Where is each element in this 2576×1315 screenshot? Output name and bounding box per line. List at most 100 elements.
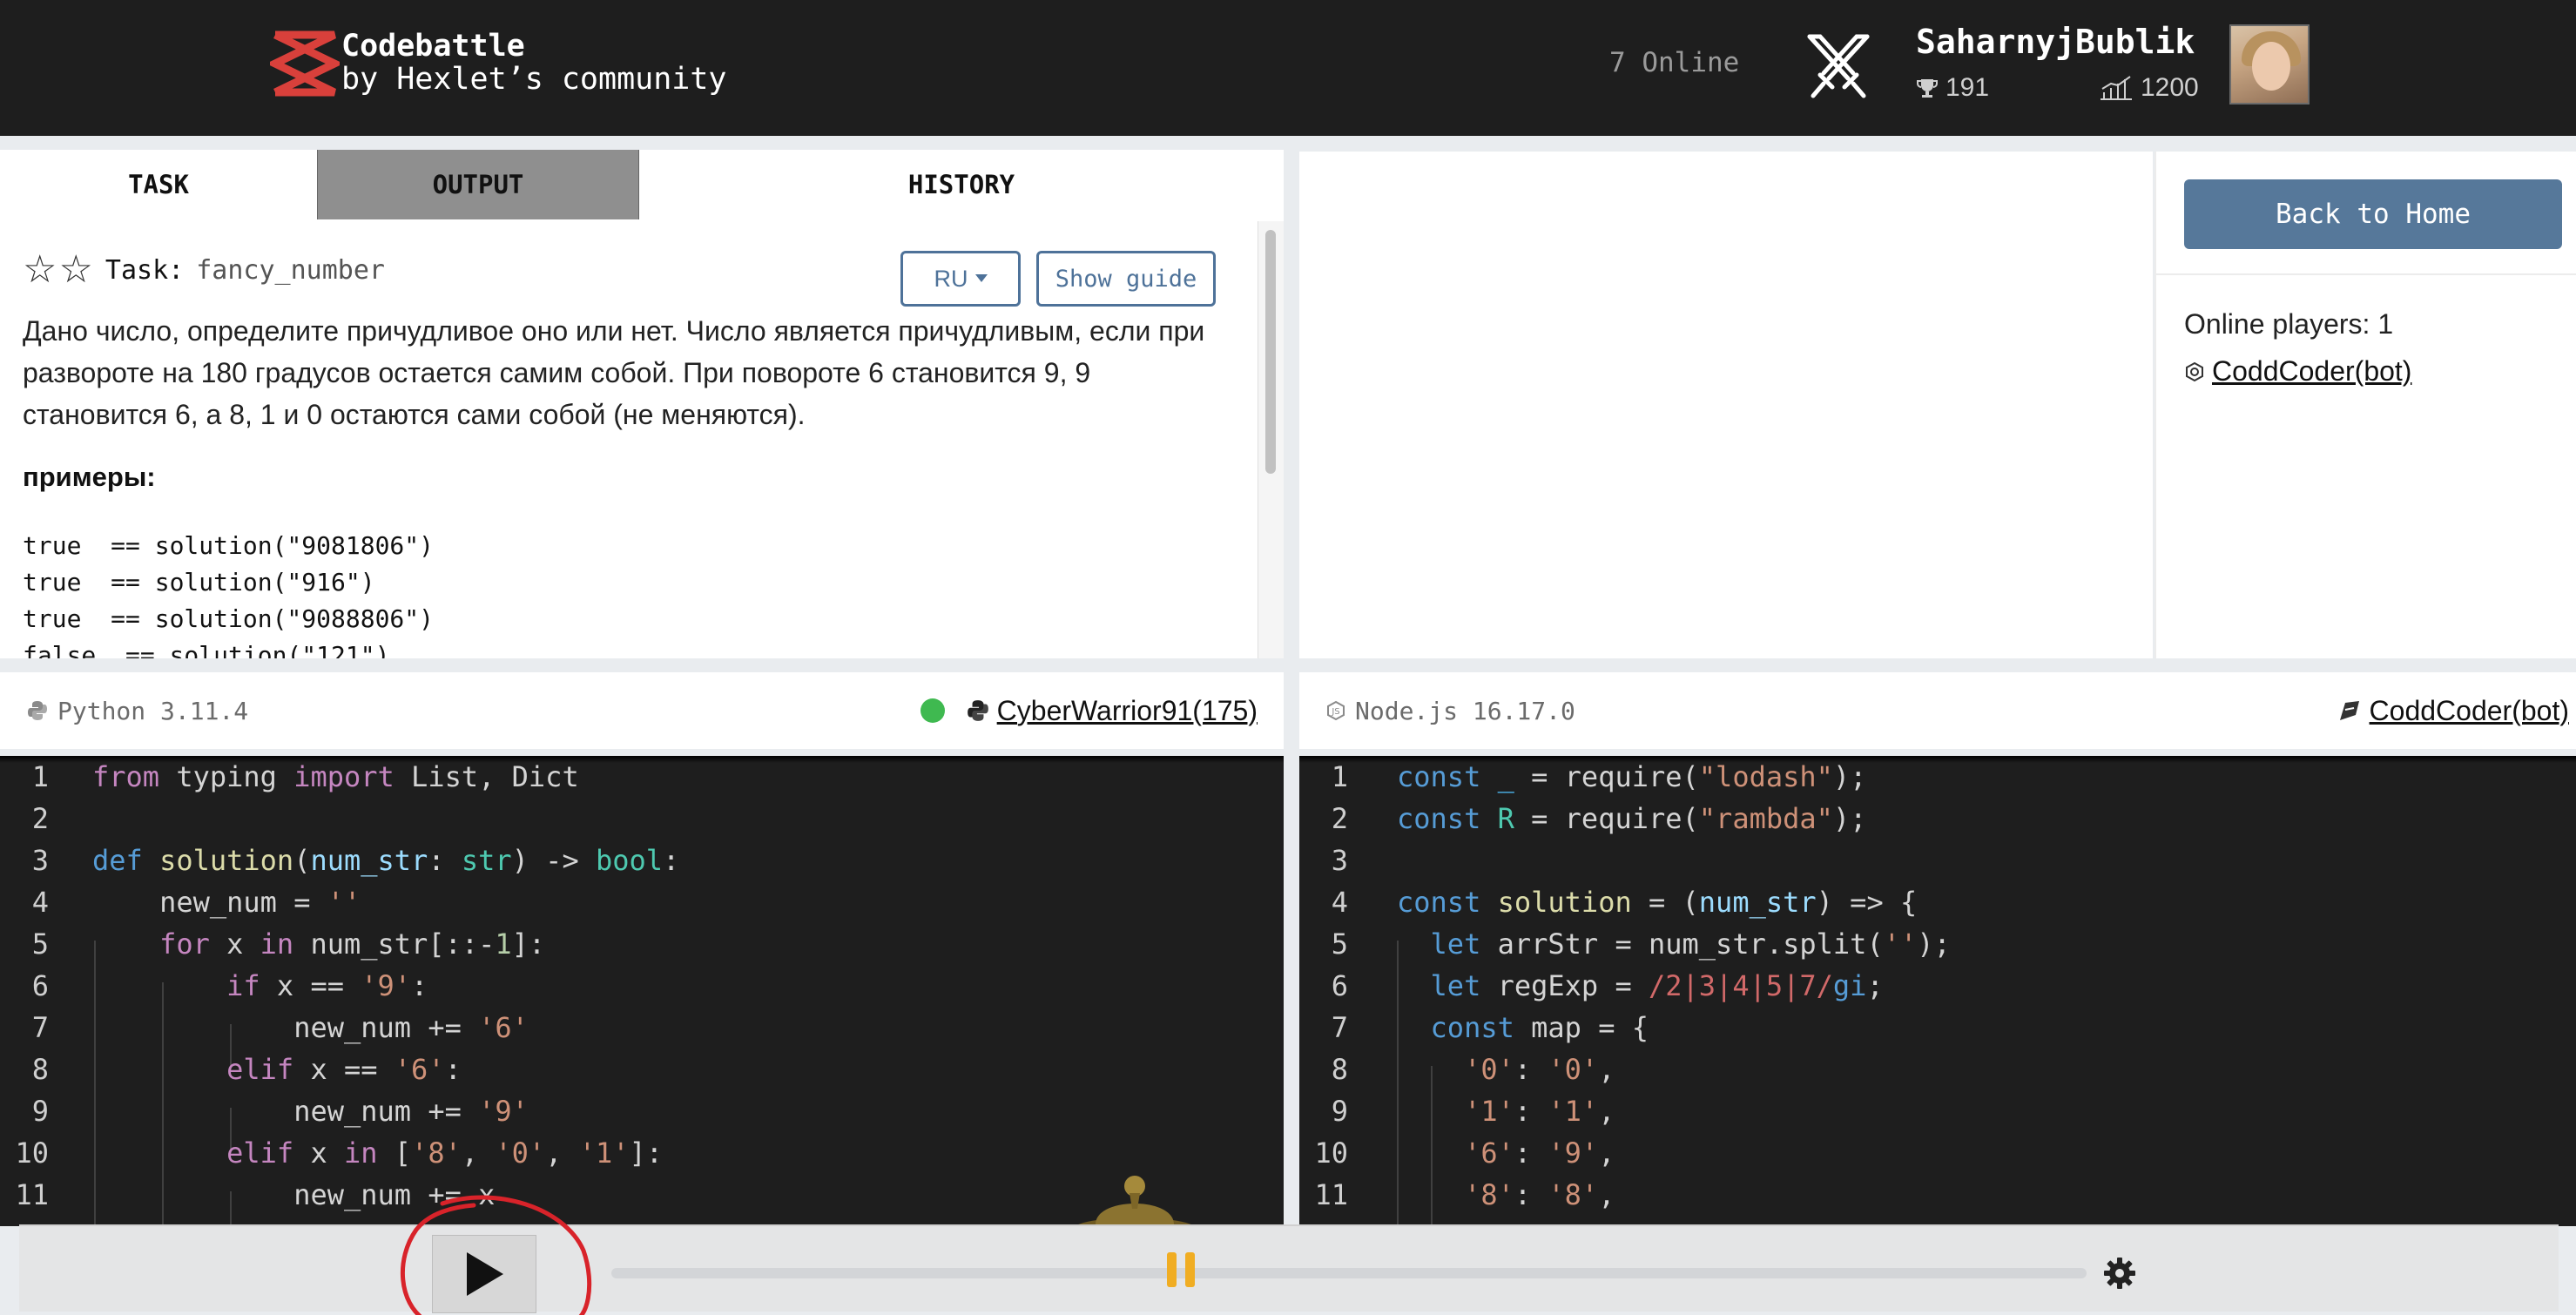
line-number: 7 (31, 1011, 49, 1044)
codebattle-logo-icon[interactable] (270, 28, 340, 99)
code-line: 7 new_num += '6' (0, 1007, 1284, 1049)
trophy-icon (1917, 79, 1938, 98)
line-number: 9 (31, 1095, 49, 1128)
nodejs-icon: JS (1327, 700, 1345, 721)
back-to-home-button[interactable]: Back to Home (2184, 179, 2562, 249)
line-number: 8 (31, 1053, 49, 1086)
code-text: const map = { (1430, 1011, 1649, 1044)
right-editor-player[interactable]: CoddCoder(bot) (2337, 695, 2569, 727)
python-icon (28, 701, 47, 720)
line-number: 7 (1331, 1011, 1348, 1044)
examples-block: true == solution("9081806") true == solut… (23, 528, 434, 658)
gear-icon[interactable] (2102, 1256, 2137, 1291)
line-number: 11 (15, 1178, 49, 1211)
code-text: const _ = require("lodash"); (1397, 760, 1867, 793)
code-line: 9 new_num += '9' (0, 1090, 1284, 1132)
python-icon (967, 700, 988, 721)
right-sidebar: Back to Home Online players: 1 CoddCoder… (2155, 152, 2576, 658)
rating-value: 1200 (2141, 73, 2199, 102)
code-line: 11 '8': '8', (1299, 1174, 2576, 1216)
code-text: new_num = '' (92, 886, 361, 919)
line-number: 4 (1331, 886, 1348, 919)
task-title-row: ☆ ☆ Task: fancy_number (23, 251, 385, 289)
trophy-count: 191 (1945, 73, 1990, 102)
svg-text:JS: JS (1331, 707, 1339, 717)
code-line: 4 const solution = (num_str) => { (1299, 881, 2576, 923)
code-text: for x in num_str[::-1]: (159, 927, 546, 961)
line-number: 6 (1331, 969, 1348, 1002)
annotation-circle (400, 1195, 592, 1315)
examples-heading: примеры: (23, 462, 156, 492)
task-language-dropdown[interactable]: RU (900, 251, 1021, 307)
online-player-item[interactable]: CoddCoder(bot) (2184, 355, 2411, 388)
line-number: 1 (1331, 760, 1348, 793)
line-number: 10 (15, 1136, 49, 1170)
task-scrollbar[interactable] (1258, 221, 1284, 658)
code-text: if x == '9': (226, 969, 428, 1002)
avatar-face (2252, 42, 2290, 91)
code-line: 9 '1': '1', (1299, 1090, 2576, 1132)
left-code-editor[interactable]: 1 from typing import List, Dict 2 3 def so… (0, 756, 1284, 1226)
left-editor-language: Python 3.11.4 (26, 697, 248, 725)
code-line: 7 const map = { (1299, 1007, 2576, 1049)
code-line: 6 let regExp = /2|3|4|5|7/gi; (1299, 965, 2576, 1007)
code-line: 5 let arrStr = num_str.split(''); (1299, 923, 2576, 965)
right-code-editor[interactable]: 1 const _ = require("lodash"); 2 const R =… (1299, 756, 2576, 1226)
line-number: 4 (31, 886, 49, 919)
username[interactable]: SaharnyjBublik (1916, 23, 2195, 61)
line-number: 11 (1314, 1178, 1348, 1211)
code-line: 6 if x == '9': (0, 965, 1284, 1007)
code-line: 10 elif x in ['8', '0', '1']: (0, 1132, 1284, 1174)
online-count: 7 Online (1609, 47, 1740, 78)
brand-title[interactable]: Codebattle by Hexlet’s community (341, 30, 727, 96)
left-editor-player[interactable]: CyberWarrior91(175) (920, 695, 1258, 727)
line-number: 6 (31, 969, 49, 1002)
code-text: def solution(num_str: str) -> bool: (92, 844, 680, 877)
line-number: 5 (31, 927, 49, 961)
tab-output[interactable]: OUTPUT (317, 150, 639, 219)
code-line: 8 elif x == '6': (0, 1049, 1284, 1090)
line-number: 5 (1331, 927, 1348, 961)
line-number: 1 (31, 760, 49, 793)
right-language-label: Node.js 16.17.0 (1355, 696, 1575, 725)
show-guide-button[interactable]: Show guide (1036, 251, 1216, 307)
code-line: 2 const R = require("rambda"); (1299, 798, 2576, 840)
code-text: '0': '0', (1464, 1053, 1615, 1086)
code-text: '1': '1', (1464, 1095, 1615, 1128)
right-editor-header: JS Node.js 16.17.0 CoddCoder(bot) (1299, 672, 2576, 749)
code-line: 1 const _ = require("lodash"); (1299, 756, 2576, 798)
task-tabs: TASK OUTPUT HISTORY (0, 150, 1284, 219)
code-text: elif x == '6': (226, 1053, 462, 1086)
code-text: elif x in ['8', '0', '1']: (226, 1136, 664, 1170)
pause-icon[interactable] (1163, 1252, 1198, 1287)
code-text: new_num += '6' (92, 1011, 529, 1044)
code-line: 1 from typing import List, Dict (0, 756, 1284, 798)
trophy-stat: 191 (1916, 73, 1989, 103)
crossed-swords-icon[interactable] (1801, 30, 1876, 105)
avatar[interactable] (2229, 24, 2310, 105)
star-icon: ☆ (23, 248, 57, 291)
scrollbar-thumb[interactable] (1265, 230, 1276, 474)
task-description: Дано число, определите причудливое оно и… (23, 315, 1205, 430)
right-player-name[interactable]: CoddCoder(bot) (2370, 695, 2569, 727)
code-line: 10 '6': '9', (1299, 1132, 2576, 1174)
code-text: new_num += '9' (92, 1095, 529, 1128)
task-label: Task: (105, 254, 185, 286)
decorative-ornament-icon (1074, 1176, 1196, 1226)
task-language-label: RU (934, 265, 968, 292)
top-header: Codebattle by Hexlet’s community 7 Onlin… (0, 0, 2576, 136)
tab-history[interactable]: HISTORY (639, 150, 1284, 219)
opponent-output-panel (1299, 152, 2153, 658)
bot-icon (2339, 701, 2359, 720)
replay-timeline-track[interactable] (611, 1268, 2087, 1278)
left-player-name[interactable]: CyberWarrior91(175) (997, 695, 1258, 727)
left-editor-header: Python 3.11.4 CyberWarrior91(175) (0, 672, 1284, 749)
example-line: true == solution("9088806") (23, 604, 435, 633)
left-language-label: Python 3.11.4 (57, 696, 249, 725)
right-editor-language: JS Node.js 16.17.0 (1325, 697, 1575, 725)
task-name: fancy_number (196, 254, 385, 286)
code-line: 3 (1299, 840, 2576, 881)
online-player-name[interactable]: CoddCoder(bot) (2212, 355, 2411, 388)
code-line: 2 (0, 798, 1284, 840)
tab-task[interactable]: TASK (0, 150, 317, 219)
